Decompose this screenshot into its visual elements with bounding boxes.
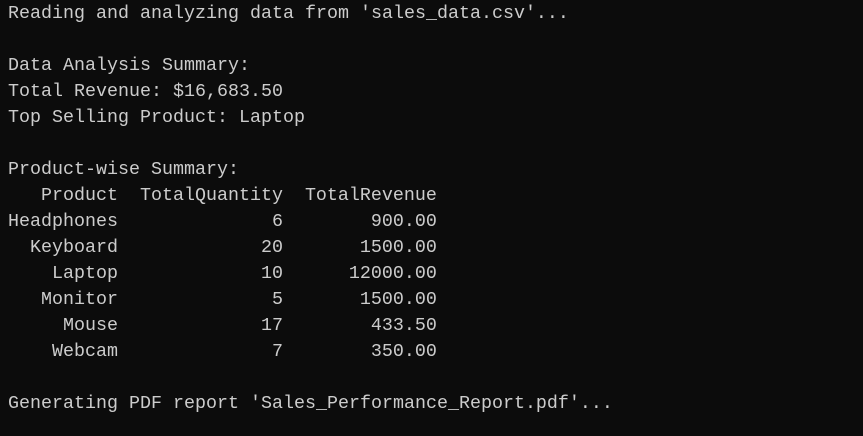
cell-product: Mouse [62, 315, 118, 336]
cell-total-quantity: 5 [271, 289, 283, 310]
table-header: Product TotalQuantity TotalRevenue [8, 183, 613, 209]
table-row: Headphones 6 900.00 [8, 209, 613, 235]
top-product-line: Top Selling Product: Laptop [8, 107, 305, 128]
cell-total-quantity: 7 [271, 341, 283, 362]
cell-product: Headphones [8, 211, 118, 232]
table-row: Keyboard 20 1500.00 [8, 235, 613, 261]
cell-total-revenue: 433.50 [370, 315, 437, 336]
cell-total-revenue: 350.00 [370, 341, 437, 362]
table-row: Monitor 5 1500.00 [8, 287, 613, 313]
header-total-quantity: TotalQuantity [139, 185, 283, 206]
generating-line: Generating PDF report 'Sales_Performance… [8, 393, 613, 414]
cell-total-quantity: 17 [260, 315, 283, 336]
total-revenue-line: Total Revenue: $16,683.50 [8, 81, 283, 102]
cell-total-revenue: 900.00 [370, 211, 437, 232]
cell-product: Laptop [51, 263, 118, 284]
cell-total-quantity: 6 [271, 211, 283, 232]
cell-product: Keyboard [29, 237, 118, 258]
cell-product: Webcam [51, 341, 118, 362]
cell-product: Monitor [40, 289, 118, 310]
table-row: Webcam 7 350.00 [8, 339, 613, 365]
table-body: Headphones 6 900.00 Keyboard 20 1500.00 Laptop… [8, 209, 613, 365]
cell-total-quantity: 10 [260, 263, 283, 284]
terminal-output: Reading and analyzing data from 'sales_d… [8, 1, 613, 417]
summary-title: Data Analysis Summary: [8, 55, 250, 76]
cell-total-revenue: 12000.00 [348, 263, 437, 284]
header-total-revenue: TotalRevenue [304, 185, 437, 206]
cell-total-revenue: 1500.00 [359, 237, 437, 258]
cell-total-quantity: 20 [260, 237, 283, 258]
table-row: Mouse 17 433.50 [8, 313, 613, 339]
cell-total-revenue: 1500.00 [359, 289, 437, 310]
table-row: Laptop 10 12000.00 [8, 261, 613, 287]
reading-line: Reading and analyzing data from 'sales_d… [8, 3, 569, 24]
product-summary-title: Product-wise Summary: [8, 159, 239, 180]
header-product: Product [40, 185, 118, 206]
